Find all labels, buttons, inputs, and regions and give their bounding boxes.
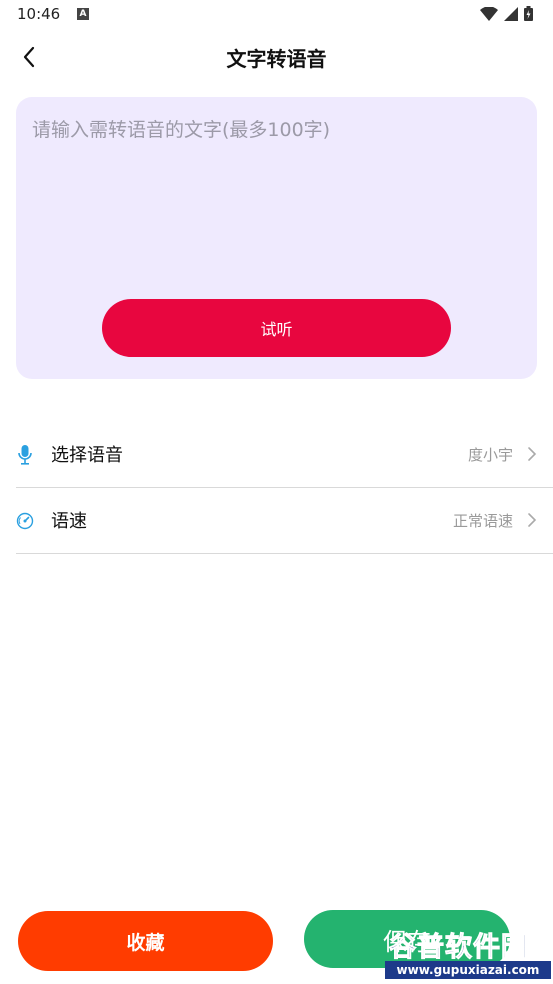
- chevron-right-icon: [528, 513, 537, 527]
- speech-speed-value: 正常语速: [452, 512, 513, 530]
- chevron-right-icon: [528, 447, 537, 461]
- select-voice-row[interactable]: 选择语音 度小宇: [16, 422, 553, 488]
- status-icons: [480, 6, 533, 21]
- watermark: 谷普软件园 www.gupuxiazai.com: [385, 925, 551, 981]
- status-bar: 10:46 A: [0, 0, 553, 30]
- page-title: 文字转语音: [226, 47, 327, 71]
- favorite-button[interactable]: 收藏: [18, 911, 273, 971]
- status-time: 10:46: [17, 5, 61, 23]
- watermark-url: www.gupuxiazai.com: [385, 961, 551, 979]
- select-voice-label: 选择语音: [51, 445, 123, 466]
- battery-icon: [524, 6, 533, 21]
- speedometer-icon: [16, 510, 34, 532]
- speech-speed-label: 语速: [51, 511, 87, 532]
- select-voice-value: 度小宇: [467, 446, 513, 464]
- microphone-icon: [16, 444, 34, 466]
- text-input[interactable]: [32, 116, 522, 276]
- listen-button[interactable]: 试听: [102, 299, 451, 357]
- text-input-card: 试听: [16, 97, 537, 379]
- wifi-icon: [480, 6, 498, 21]
- signal-icon: [504, 6, 518, 21]
- watermark-title: 谷普软件园: [389, 932, 529, 964]
- notification-icon: A: [77, 8, 89, 20]
- speech-speed-row[interactable]: 语速 正常语速: [16, 488, 553, 554]
